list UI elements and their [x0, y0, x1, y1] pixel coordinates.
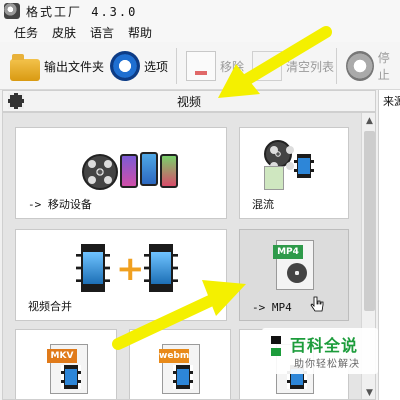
tile-video-join[interactable]: + 视频合并	[15, 229, 227, 321]
clear-list-label: 清空列表	[286, 59, 335, 74]
stop-label: 停止	[377, 51, 390, 82]
watermark-subtitle: 助你轻松解决	[294, 359, 360, 370]
category-title: 视频	[176, 94, 201, 109]
film-icon	[8, 93, 24, 109]
clear-list-button[interactable]: 清空列表	[252, 50, 334, 82]
phone-icon	[140, 152, 158, 186]
stop-icon	[346, 51, 374, 81]
stop-button[interactable]: 停止	[346, 50, 400, 82]
tile-label: -> MP4	[252, 301, 292, 314]
menu-language[interactable]: 语言	[90, 24, 114, 41]
watermark: 百科全说 助你轻松解决	[262, 328, 378, 374]
remove-button[interactable]: 移除	[186, 50, 244, 82]
toolbar-divider	[176, 48, 177, 84]
app-window: 格式工厂 4.3.0 任务 皮肤 语言 帮助 输出文件夹 选项 移除 清空列表 …	[0, 0, 400, 400]
tile-webm[interactable]: webm	[129, 329, 231, 399]
options-button[interactable]: 选项	[110, 50, 168, 82]
film-strip-icon	[173, 365, 193, 389]
film-reel-icon	[287, 263, 307, 283]
menu-skin[interactable]: 皮肤	[52, 24, 76, 41]
tile-label: 视频合并	[28, 300, 72, 313]
toolbar-divider	[336, 48, 337, 84]
toolbar: 输出文件夹 选项 移除 清空列表 停止	[0, 42, 400, 90]
remove-icon	[186, 51, 216, 81]
phone-icon	[160, 154, 178, 188]
window-title: 格式工厂 4.3.0	[26, 4, 138, 19]
film-strip-icon	[144, 244, 178, 292]
scroll-thumb[interactable]	[364, 131, 375, 311]
menu-help[interactable]: 帮助	[128, 24, 152, 41]
hand-cursor-icon	[310, 296, 324, 312]
phone-icon	[120, 154, 138, 188]
film-strip-icon	[61, 365, 81, 389]
film-reel-icon	[82, 154, 118, 190]
folder-icon	[10, 54, 40, 81]
tile-mkv[interactable]: MKV	[15, 329, 117, 399]
tile-mux[interactable]: 混流	[239, 127, 349, 219]
mkv-band: MKV	[47, 349, 77, 363]
audio-file-icon	[264, 166, 284, 190]
app-icon	[4, 3, 20, 19]
film-strip-icon	[76, 244, 110, 292]
scroll-down-arrow-icon[interactable]: ▼	[362, 385, 375, 399]
plus-icon: +	[116, 249, 145, 289]
output-folder-button[interactable]: 输出文件夹	[10, 50, 104, 82]
mp4-file-icon: MP4	[273, 240, 314, 290]
watermark-title: 百科全说	[290, 336, 359, 355]
options-label: 选项	[144, 59, 169, 74]
menu-bar: 任务 皮肤 语言 帮助	[0, 22, 400, 42]
scroll-up-arrow-icon[interactable]: ▲	[362, 113, 375, 129]
tile-label: 混流	[252, 198, 274, 211]
film-strip-icon	[294, 154, 314, 178]
webm-file-icon: webm	[159, 344, 200, 394]
source-column-header: 来源	[383, 95, 400, 108]
tile-label: -> 移动设备	[28, 198, 92, 211]
options-icon	[110, 51, 140, 81]
title-bar: 格式工厂 4.3.0	[0, 0, 400, 22]
output-folder-label: 输出文件夹	[44, 59, 105, 74]
watermark-logo-icon	[271, 336, 281, 356]
mkv-file-icon: MKV	[47, 344, 88, 394]
webm-band: webm	[159, 349, 190, 363]
mp4-band: MP4	[273, 245, 303, 259]
film-reel-icon	[264, 140, 292, 168]
task-list-pane: 来源	[378, 90, 400, 400]
tile-mp4[interactable]: MP4 -> MP4	[239, 229, 349, 321]
remove-label: 移除	[220, 59, 245, 74]
clear-list-icon	[252, 51, 282, 81]
tile-mobile-device[interactable]: -> 移动设备	[15, 127, 227, 219]
video-category-header[interactable]: 视频	[2, 90, 376, 112]
menu-task[interactable]: 任务	[14, 24, 38, 41]
